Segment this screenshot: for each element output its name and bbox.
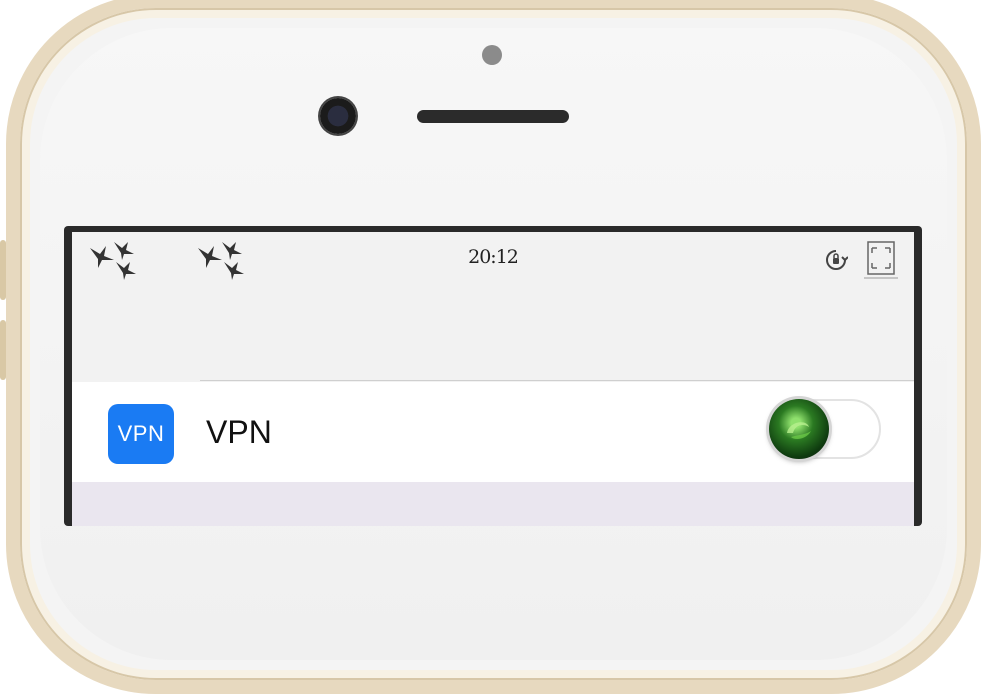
next-section <box>72 482 914 526</box>
front-camera <box>320 98 356 134</box>
vpn-toggle-switch[interactable] <box>769 399 881 459</box>
earpiece-speaker <box>417 110 569 123</box>
status-time: 20:12 <box>468 246 519 268</box>
navigation-bar <box>72 282 914 366</box>
row-divider <box>200 380 914 381</box>
toggle-knob <box>769 399 829 459</box>
vpn-settings-row[interactable]: VPN VPN <box>72 382 914 482</box>
proximity-sensor <box>482 45 502 65</box>
vpn-row-label: VPN <box>206 414 272 450</box>
volume-button <box>0 320 6 380</box>
volume-button <box>0 240 6 300</box>
rotation-lock-icon <box>826 250 848 270</box>
screenshot-icon <box>864 241 898 279</box>
swirl-logo-icon <box>787 422 811 439</box>
status-bar: 20:12 <box>72 232 914 282</box>
phone-screen: 20:12 VPN VPN <box>64 226 922 526</box>
screen-content: 20:12 VPN VPN <box>72 232 914 526</box>
vpn-app-icon: VPN <box>108 404 174 464</box>
